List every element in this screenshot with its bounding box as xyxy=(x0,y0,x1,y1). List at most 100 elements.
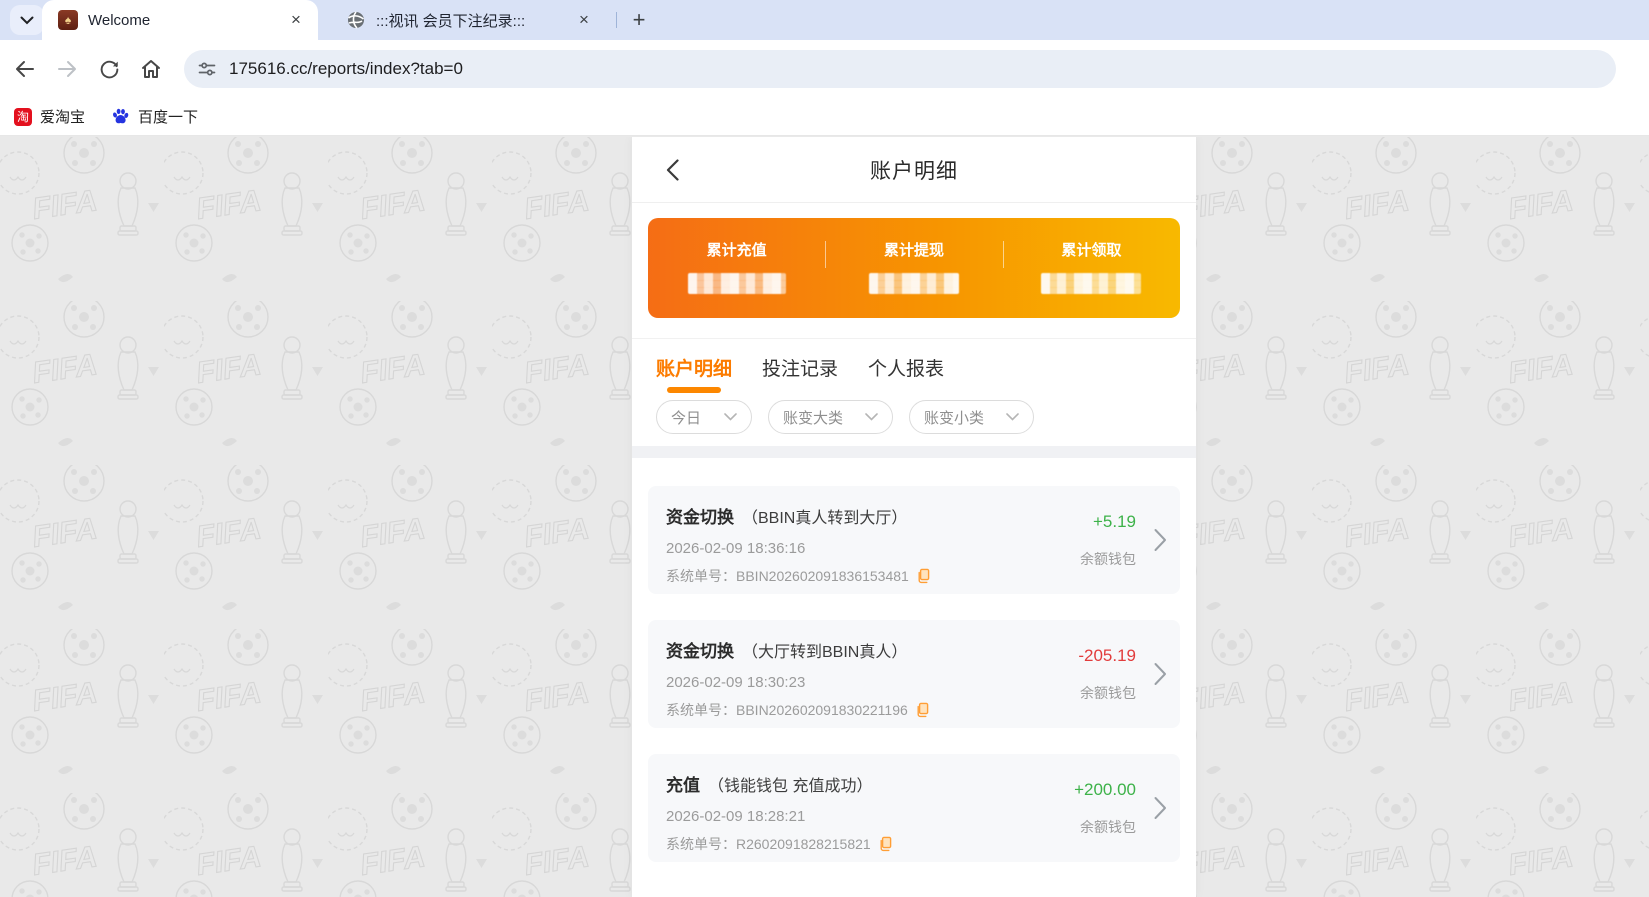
transaction-card[interactable]: 充值 （钱能钱包 充值成功） 2026-02-09 18:28:21 系统单号：… xyxy=(648,754,1180,862)
tab-label: 投注记录 xyxy=(762,359,839,380)
summary-section: 累计充值 累计提现 累计领取 xyxy=(632,203,1196,338)
txn-order-label: 系统单号： xyxy=(666,702,736,718)
forward-button[interactable] xyxy=(50,52,84,86)
baidu-paw-icon xyxy=(113,108,129,124)
summary-label: 累计领取 xyxy=(1061,242,1122,259)
page-background: FIFA 账户明细 累计充值 累计提现 xyxy=(0,137,1649,897)
transaction-amounts: +200.00 余额钱包 xyxy=(1026,771,1136,846)
url-bar[interactable]: 175616.cc/reports/index?tab=0 xyxy=(184,50,1616,88)
browser-tab-strip: ♠ Welcome × :::视讯 会员下注纪录::: × + xyxy=(0,0,1649,40)
section-divider xyxy=(632,446,1196,458)
masked-amount xyxy=(687,273,786,294)
txn-order-no: BBIN202602091830221196 xyxy=(736,702,908,718)
bookmark-baidu[interactable]: 百度一下 xyxy=(111,106,198,127)
chevron-right-icon[interactable] xyxy=(1154,528,1167,552)
txn-detail: （大厅转到BBIN真人） xyxy=(742,644,908,661)
bookmark-label: 爱淘宝 xyxy=(40,109,86,126)
filters-row: 今日 账变大类 账变小类 xyxy=(632,396,1196,446)
globe-icon xyxy=(348,11,364,29)
page-back-button[interactable] xyxy=(656,154,688,186)
reload-button[interactable] xyxy=(92,52,126,86)
tab-label: 个人报表 xyxy=(868,359,945,380)
txn-order-label: 系统单号： xyxy=(666,836,736,852)
filter-label: 今日 xyxy=(671,409,702,427)
back-button[interactable] xyxy=(8,52,42,86)
transaction-card[interactable]: 资金切换 （BBIN真人转到大厅） 2026-02-09 18:36:16 系统… xyxy=(648,486,1180,594)
page-title: 账户明细 xyxy=(870,159,958,183)
bookmark-taobao[interactable]: 淘 爱淘宝 xyxy=(14,106,85,127)
tab-account-details[interactable]: 账户明细 xyxy=(656,339,732,396)
transaction-amounts: +5.19 余额钱包 xyxy=(1026,503,1136,578)
chevron-down-icon xyxy=(865,413,878,421)
summary-label: 累计提现 xyxy=(883,242,944,259)
chevron-down-icon xyxy=(1006,413,1019,421)
chevron-left-icon xyxy=(666,159,679,181)
active-tab-underline xyxy=(667,387,721,393)
txn-type: 资金切换 xyxy=(666,642,734,661)
txn-order-label: 系统单号： xyxy=(666,568,736,584)
transaction-card[interactable]: 资金切换 （大厅转到BBIN真人） 2026-02-09 18:30:23 系统… xyxy=(648,620,1180,728)
txn-detail: （钱能钱包 充值成功） xyxy=(708,778,873,795)
browser-toolbar: 175616.cc/reports/index?tab=0 xyxy=(0,40,1649,98)
filter-major-category-dropdown[interactable]: 账变大类 xyxy=(768,400,894,434)
tab-personal-report[interactable]: 个人报表 xyxy=(868,339,944,396)
txn-type: 资金切换 xyxy=(666,508,734,527)
copy-icon[interactable] xyxy=(915,702,929,718)
masked-amount xyxy=(868,273,959,294)
txn-datetime: 2026-02-09 18:28:21 xyxy=(666,808,806,825)
casino-logo-icon: ♠ xyxy=(58,10,78,30)
copy-icon[interactable] xyxy=(916,568,930,584)
transaction-amounts: -205.19 余额钱包 xyxy=(1026,637,1136,712)
arrow-right-icon xyxy=(58,61,76,77)
tab-bet-records[interactable]: 投注记录 xyxy=(762,339,838,396)
reload-icon xyxy=(100,60,118,78)
home-icon xyxy=(142,60,160,78)
tab-title: :::视讯 会员下注纪录::: xyxy=(376,12,526,30)
tab-divider xyxy=(616,12,617,28)
filter-minor-category-dropdown[interactable]: 账变小类 xyxy=(909,400,1035,434)
tab-title: Welcome xyxy=(88,11,151,29)
close-tab-icon[interactable]: × xyxy=(284,8,308,32)
browser-tab-welcome[interactable]: ♠ Welcome × xyxy=(42,0,318,40)
copy-icon[interactable] xyxy=(878,836,892,852)
new-tab-button[interactable]: + xyxy=(626,7,652,33)
chevron-down-icon xyxy=(20,16,34,24)
home-button[interactable] xyxy=(134,52,168,86)
txn-detail: （BBIN真人转到大厅） xyxy=(742,510,908,527)
chevron-down-icon xyxy=(724,413,737,421)
summary-label: 累计充值 xyxy=(706,242,767,259)
transaction-info: 充值 （钱能钱包 充值成功） 2026-02-09 18:28:21 系统单号：… xyxy=(666,771,1026,852)
browser-tab-bet-records[interactable]: :::视讯 会员下注纪录::: × xyxy=(330,0,606,40)
filter-label: 账变小类 xyxy=(924,409,985,427)
filter-date-dropdown[interactable]: 今日 xyxy=(656,400,752,434)
site-settings-icon[interactable] xyxy=(197,59,217,79)
panel-header: 账户明细 xyxy=(632,137,1196,203)
arrow-left-icon xyxy=(16,61,34,77)
transaction-info: 资金切换 （大厅转到BBIN真人） 2026-02-09 18:30:23 系统… xyxy=(666,637,1026,718)
transaction-info: 资金切换 （BBIN真人转到大厅） 2026-02-09 18:36:16 系统… xyxy=(666,503,1026,584)
account-panel: 账户明细 累计充值 累计提现 累计领取 账户明细 投注记录 个人报表 今日 账变… xyxy=(632,137,1196,897)
txn-order-no: BBIN202602091836153481 xyxy=(736,568,909,584)
bookmarks-bar: 淘 爱淘宝 百度一下 xyxy=(0,98,1649,136)
masked-amount xyxy=(1041,273,1142,294)
txn-wallet: 余额钱包 xyxy=(1080,685,1136,701)
summary-card: 累计充值 累计提现 累计领取 xyxy=(648,218,1180,318)
taobao-icon: 淘 xyxy=(14,107,32,126)
txn-datetime: 2026-02-09 18:36:16 xyxy=(666,540,806,557)
txn-datetime: 2026-02-09 18:30:23 xyxy=(666,674,806,691)
txn-wallet: 余额钱包 xyxy=(1080,819,1136,835)
chevron-right-icon[interactable] xyxy=(1154,662,1167,686)
summary-item-deposit: 累计充值 xyxy=(648,218,825,318)
txn-order-no: R2602091828215821 xyxy=(736,836,871,852)
transaction-list: 资金切换 （BBIN真人转到大厅） 2026-02-09 18:36:16 系统… xyxy=(632,458,1196,862)
url-text[interactable]: 175616.cc/reports/index?tab=0 xyxy=(229,59,463,79)
bookmark-label: 百度一下 xyxy=(138,109,199,126)
tab-label: 账户明细 xyxy=(656,359,733,380)
txn-amount: -205.19 xyxy=(1078,646,1136,665)
close-tab-icon[interactable]: × xyxy=(572,8,596,32)
chevron-right-icon[interactable] xyxy=(1154,796,1167,820)
txn-type: 充值 xyxy=(666,776,700,795)
tab-search-button[interactable] xyxy=(10,5,44,35)
summary-item-withdraw: 累计提现 xyxy=(825,218,1002,318)
report-tabs: 账户明细 投注记录 个人报表 xyxy=(632,338,1196,396)
